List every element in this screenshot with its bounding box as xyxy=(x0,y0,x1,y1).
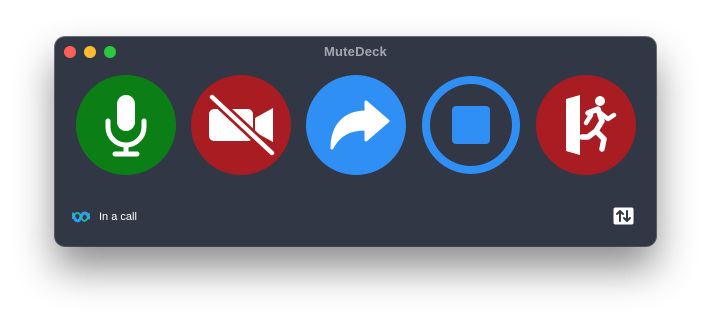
video-off-icon xyxy=(207,92,277,158)
share-screen-button[interactable] xyxy=(306,75,406,175)
swap-toggle-button[interactable] xyxy=(613,207,634,225)
microphone-toggle-button[interactable] xyxy=(76,75,176,175)
title-bar: MuteDeck xyxy=(55,37,656,65)
window-title: MuteDeck xyxy=(323,44,387,59)
call-status: In a call xyxy=(72,207,137,227)
webex-icon xyxy=(72,211,90,223)
exit-door-icon xyxy=(566,95,617,155)
share-arrow-icon xyxy=(330,100,390,150)
microphone-icon xyxy=(105,95,147,157)
swap-arrows-icon xyxy=(613,207,634,225)
record-button[interactable] xyxy=(421,75,521,175)
video-toggle-button[interactable] xyxy=(191,75,291,175)
stop-record-icon xyxy=(422,76,520,174)
leave-meeting-button[interactable] xyxy=(536,75,636,175)
mutedeck-window: MuteDeck In a call xyxy=(55,37,656,246)
call-status-text: In a call xyxy=(99,211,137,223)
